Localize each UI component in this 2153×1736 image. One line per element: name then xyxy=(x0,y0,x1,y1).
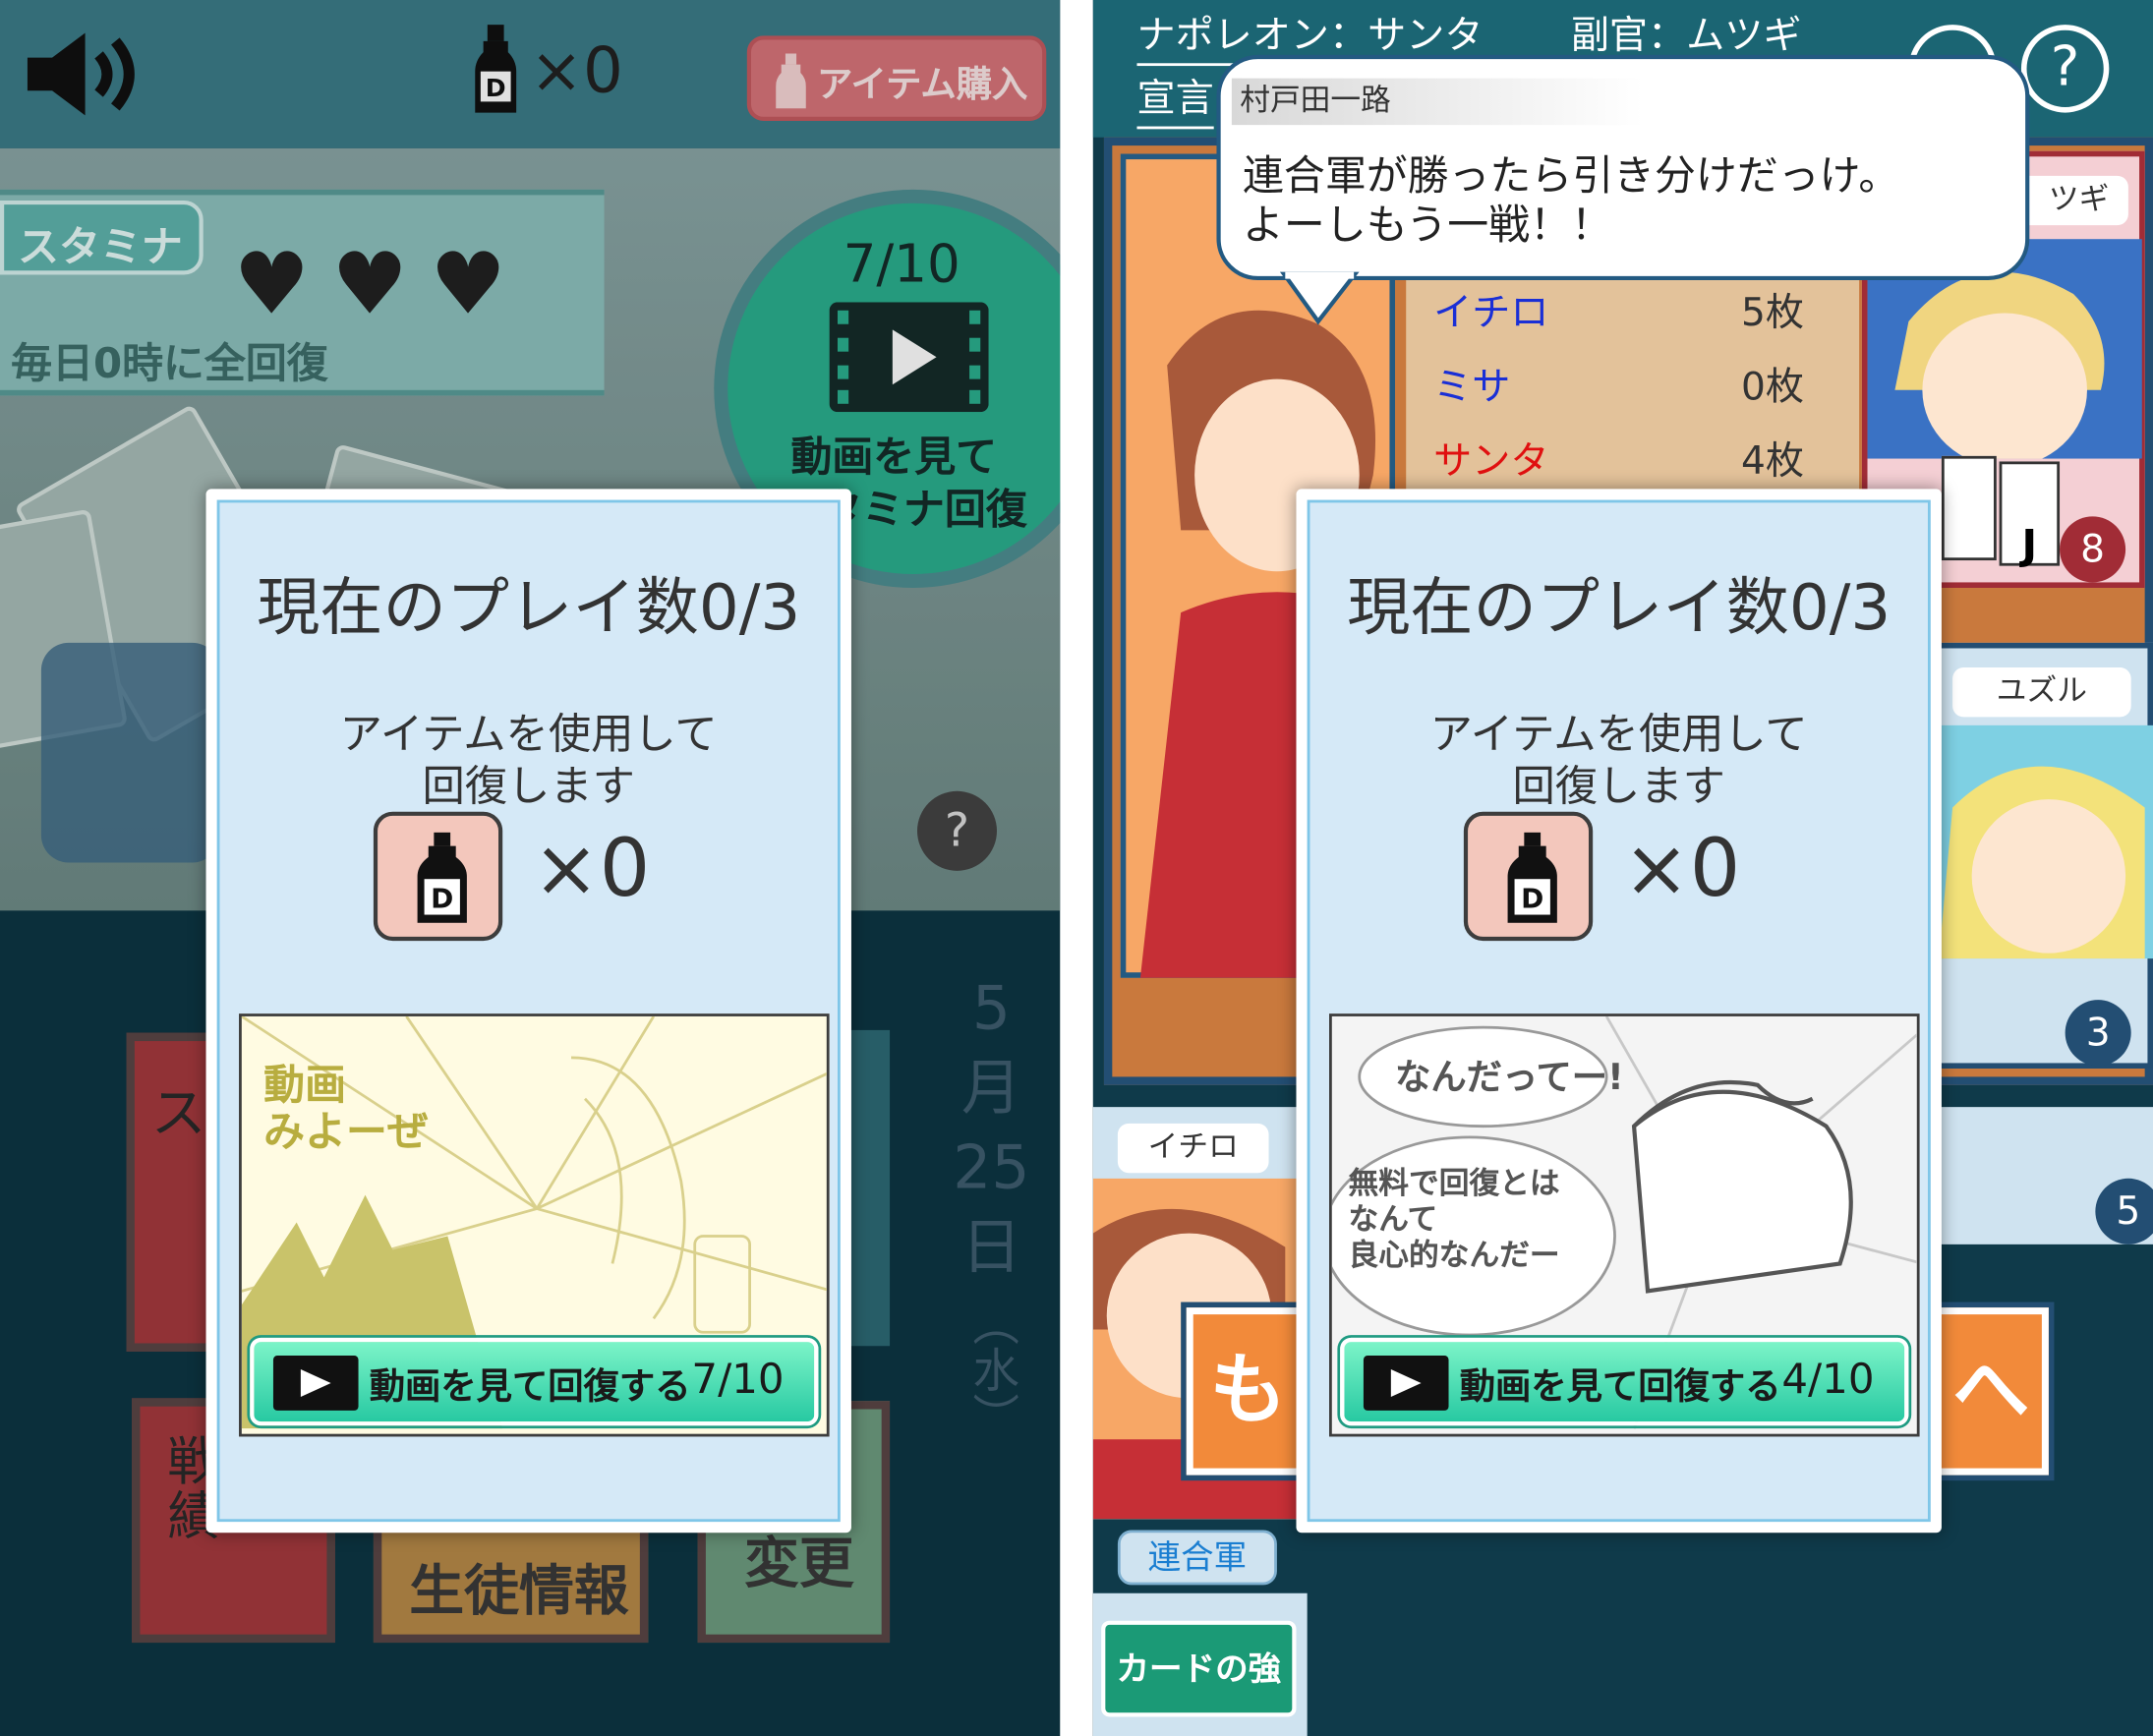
promo-caption: 動画 みよーぜ xyxy=(263,1063,429,1156)
card-rank: J xyxy=(2021,521,2038,570)
side-button-right[interactable]: へ xyxy=(1933,1307,2049,1476)
player-name-yuzuru: ユズル xyxy=(1952,667,2131,718)
card-strength-button[interactable]: カードの強さ xyxy=(1101,1620,1297,1717)
help-button[interactable]: ? xyxy=(2020,25,2110,113)
scoreboard: イチロ 5枚 ミサ 0枚 サンタ 4枚 xyxy=(1406,260,1860,494)
dialog-description: アイテムを使用して 回復します xyxy=(219,709,838,813)
promo-bubble-1: なんだってー! xyxy=(1395,1057,1624,1099)
speech-line-2: よーしもう一戦！！ xyxy=(1243,202,1612,251)
bottle-icon: D xyxy=(1507,832,1557,923)
side-button-left[interactable]: も xyxy=(1186,1307,1310,1476)
score-count-1: 0枚 xyxy=(1741,364,1805,410)
promo-caption-1: 動画 xyxy=(263,1062,346,1110)
desc-line-1: アイテムを使用して xyxy=(339,710,718,760)
watch-video-count: 4/10 xyxy=(1781,1356,1875,1404)
desc-line-1: アイテムを使用して xyxy=(1429,710,1808,760)
score-count-0: 5枚 xyxy=(1741,289,1805,335)
speech-bubble: 村戸田一路 連合軍が勝ったら引き分けだっけ。 よーしもう一戦！！ xyxy=(1216,54,2030,281)
bottle-icon: D xyxy=(417,832,467,923)
watch-video-button[interactable]: 動画を見て回復する 4/10 xyxy=(1340,1337,1909,1426)
bottle-letter: D xyxy=(1521,883,1543,915)
promo-bubble-2-line-1: 無料で回復とは xyxy=(1348,1167,1560,1202)
video-icon xyxy=(1363,1356,1449,1411)
player-card-count-mutsugi: 8 xyxy=(2060,516,2126,583)
player-name-ichiro: イチロ xyxy=(1117,1123,1269,1174)
desc-line-2: 回復します xyxy=(1512,762,1725,812)
speech-bubble-tail xyxy=(1279,271,1360,325)
score-name-1: ミサ xyxy=(1433,364,1511,410)
watch-video-count: 7/10 xyxy=(691,1356,785,1404)
recover-dialog: 現在のプレイ数0/3 アイテムを使用して 回復します D ×0 xyxy=(205,489,851,1533)
watch-video-label: 動画を見て回復する xyxy=(1459,1366,1781,1409)
use-item-button[interactable]: D xyxy=(1463,811,1594,942)
player-avatar-yuzuru xyxy=(1939,724,2153,959)
promo-bubble-2: 無料で回復とは なんて 良心的なんだー xyxy=(1349,1168,1560,1275)
recover-dialog: 現在のプレイ数0/3 アイテムを使用して 回復します D ×0 xyxy=(1296,489,1942,1533)
player-card-count-ichiro: 5 xyxy=(2095,1178,2153,1244)
bottle-letter: D xyxy=(431,883,453,915)
dialog-panel: 現在のプレイ数0/3 アイテムを使用して 回復します D ×0 xyxy=(1307,499,1931,1523)
score-name-2: サンタ xyxy=(1433,437,1549,484)
right-screen: ナポレオン：サンタ 副官：ムツギ 宣言 ? イチロ 5枚 ミサ 0枚 サンタ 4… xyxy=(1092,0,2153,1736)
declare-label: 宣言 xyxy=(1136,69,1214,130)
dialog-item-count: ×0 xyxy=(532,821,651,915)
watch-video-button[interactable]: 動画を見て回復する 7/10 xyxy=(250,1337,819,1426)
promo-caption-2: みよーぜ xyxy=(263,1108,429,1157)
dialog-title: 現在のプレイ数0/3 xyxy=(257,569,801,645)
player-card-count-yuzuru: 3 xyxy=(2065,1000,2131,1067)
dialog-description: アイテムを使用して 回復します xyxy=(1309,709,1928,813)
card-back xyxy=(1941,455,1997,561)
desc-line-2: 回復します xyxy=(422,762,635,812)
promo-banner[interactable]: なんだってー! 無料で回復とは なんて 良心的なんだー 動画を見て回復する 4/… xyxy=(1329,1013,1920,1437)
watch-video-label: 動画を見て回復する xyxy=(369,1366,691,1409)
dialog-panel: 現在のプレイ数0/3 アイテムを使用して 回復します D ×0 xyxy=(216,499,841,1523)
player-panel-yuzuru: ユズル 3 xyxy=(1933,642,2153,1070)
speaker-name: 村戸田一路 xyxy=(1231,78,1644,126)
team-label: 連合軍 xyxy=(1117,1530,1277,1586)
card-jack-spades: J xyxy=(1999,461,2061,570)
score-name-0: イチロ xyxy=(1433,289,1549,335)
left-screen: D ×0 アイテム購入 スタミナ ♥♥♥ 毎日0時に全回復 7/10 動画を見て… xyxy=(0,0,1061,1736)
promo-bubble-2-line-2: なんて xyxy=(1348,1202,1438,1238)
video-icon xyxy=(272,1356,359,1411)
score-count-2: 4枚 xyxy=(1741,437,1805,484)
dialog-title: 現在のプレイ数0/3 xyxy=(1347,569,1891,645)
use-item-button[interactable]: D xyxy=(373,811,503,942)
promo-banner[interactable]: 動画 みよーぜ 動画を見て回復する 7/10 xyxy=(239,1013,830,1437)
dialog-item-count: ×0 xyxy=(1622,821,1741,915)
promo-bubble-2-line-3: 良心的なんだー xyxy=(1348,1239,1560,1274)
